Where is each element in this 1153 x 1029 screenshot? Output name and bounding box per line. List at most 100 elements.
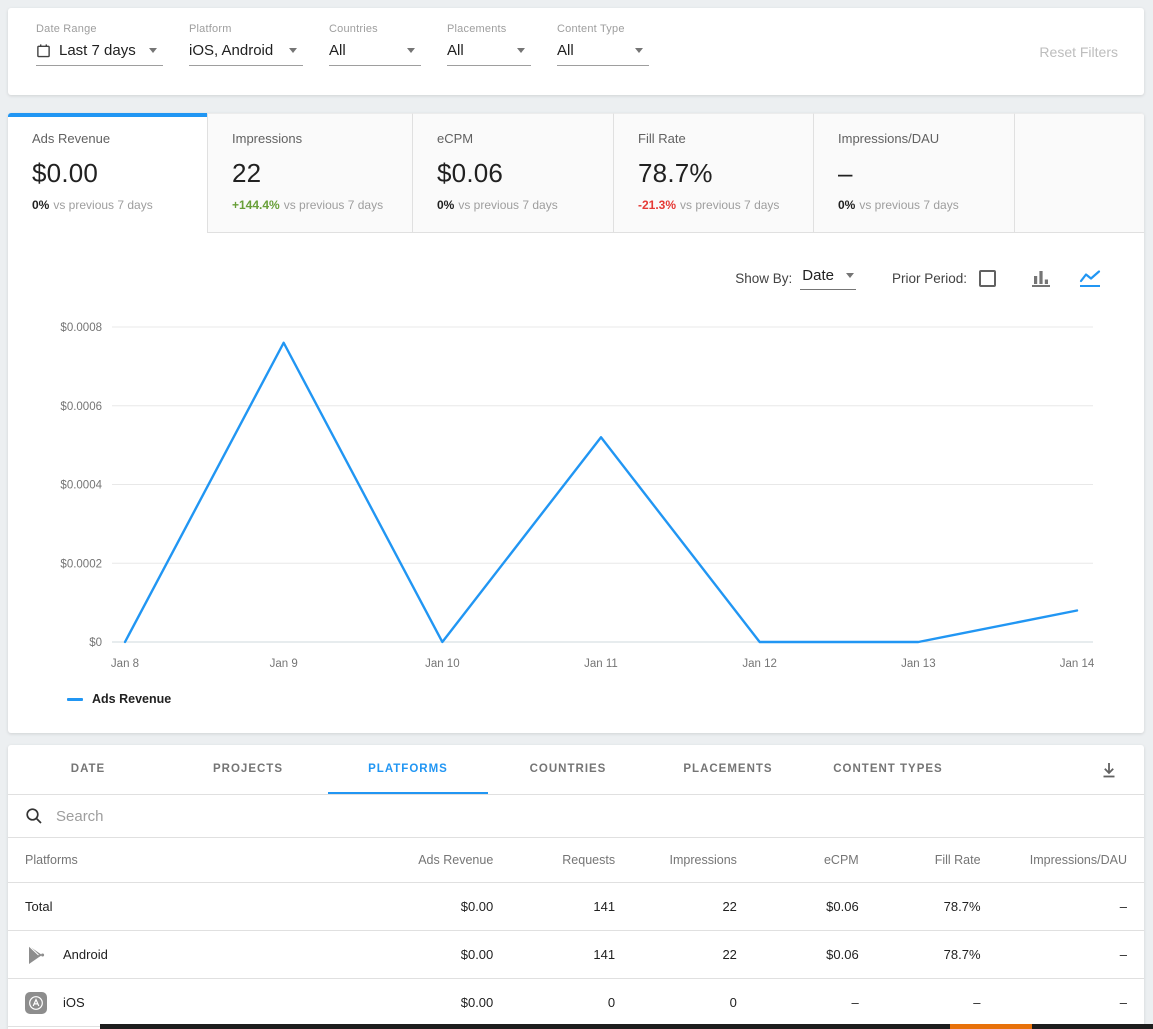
placements-dropdown[interactable]: All (447, 42, 531, 66)
chevron-down-icon (407, 48, 415, 53)
metric-delta: -21.3%vs previous 7 days (638, 198, 789, 212)
date-range-dropdown[interactable]: Last 7 days (36, 42, 163, 66)
chart-section: Show By: Date Prior Period: $0 $0.0002 $0.… (8, 233, 1144, 709)
breakdown-tabs: DATE PROJECTS PLATFORMS COUNTRIES PLACEM… (8, 745, 1144, 794)
metric-label: Fill Rate (638, 131, 789, 146)
metric-label: eCPM (437, 131, 589, 146)
col-platforms: Platforms (8, 838, 373, 883)
row-label: Android (63, 947, 108, 962)
search-input[interactable] (56, 808, 1127, 825)
metric-delta: 0%vs previous 7 days (838, 198, 990, 212)
countries-value: All (329, 42, 346, 59)
tab-placements[interactable]: PLACEMENTS (648, 745, 808, 794)
col-ecpm: eCPM (739, 838, 861, 883)
chart-controls: Show By: Date Prior Period: (8, 261, 1144, 295)
chevron-down-icon (846, 273, 854, 278)
breakdown-table-card: DATE PROJECTS PLATFORMS COUNTRIES PLACEM… (8, 745, 1144, 1029)
chevron-down-icon (635, 48, 643, 53)
metric-delta: 0%vs previous 7 days (32, 198, 183, 212)
metric-tab-ads-revenue[interactable]: Ads Revenue $0.00 0%vs previous 7 days (8, 113, 207, 233)
table-row-android[interactable]: Android $0.00 141 22 $0.06 78.7% – (8, 931, 1144, 979)
filter-label: Content Type (557, 23, 649, 35)
prior-period-checkbox[interactable] (979, 270, 996, 287)
chevron-down-icon (517, 48, 525, 53)
svg-text:$0.0006: $0.0006 (60, 401, 102, 413)
svg-text:$0.0002: $0.0002 (60, 558, 102, 570)
svg-text:$0.0004: $0.0004 (60, 480, 102, 492)
table-row-ios[interactable]: iOS $0.00 0 0 – – – (8, 979, 1144, 1027)
metrics-chart-card: Ads Revenue $0.00 0%vs previous 7 days I… (8, 113, 1144, 733)
col-impressions-dau: Impressions/DAU (983, 838, 1144, 883)
metric-label: Ads Revenue (32, 131, 183, 146)
platform-value: iOS, Android (189, 42, 273, 59)
svg-text:Jan 8: Jan 8 (111, 658, 139, 670)
table-row-total[interactable]: Total $0.00 141 22 $0.06 78.7% – (8, 883, 1144, 931)
svg-text:$0.0008: $0.0008 (60, 322, 102, 334)
content-type-dropdown[interactable]: All (557, 42, 649, 66)
show-by-label: Show By: (735, 271, 792, 286)
search-icon (25, 807, 43, 825)
metric-tab-empty (1014, 113, 1144, 233)
col-ads-revenue: Ads Revenue (373, 838, 495, 883)
legend-label: Ads Revenue (92, 692, 171, 706)
svg-text:Jan 10: Jan 10 (425, 658, 460, 670)
metric-value: – (838, 158, 990, 189)
metric-value: 78.7% (638, 158, 789, 189)
svg-text:Jan 12: Jan 12 (742, 658, 777, 670)
col-impressions: Impressions (617, 838, 739, 883)
chevron-down-icon (149, 48, 157, 53)
chart-legend: Ads Revenue (67, 689, 1144, 709)
show-by-dropdown[interactable]: Date (800, 267, 856, 290)
analytics-dashboard: Date Range Last 7 days Platform iOS, And… (0, 0, 1153, 1029)
metric-tabs: Ads Revenue $0.00 0%vs previous 7 days I… (8, 113, 1144, 233)
row-label: iOS (63, 995, 85, 1010)
revenue-chart: $0 $0.0002 $0.0004 $0.0006 $0.0008 Jan 8 Jan 9… (8, 309, 1144, 681)
content-type-value: All (557, 42, 574, 59)
tab-platforms[interactable]: PLATFORMS (328, 745, 488, 794)
tab-content-types[interactable]: CONTENT TYPES (808, 745, 968, 794)
metric-delta: +144.4%vs previous 7 days (232, 198, 388, 212)
row-label: Total (25, 899, 52, 914)
date-range-value: Last 7 days (59, 42, 136, 59)
countries-dropdown[interactable]: All (329, 42, 421, 66)
tab-date[interactable]: DATE (8, 745, 168, 794)
col-fill-rate: Fill Rate (861, 838, 983, 883)
bar-chart-icon[interactable] (1030, 268, 1052, 288)
metric-tab-fill-rate[interactable]: Fill Rate 78.7% -21.3%vs previous 7 days (613, 113, 813, 233)
tab-countries[interactable]: COUNTRIES (488, 745, 648, 794)
svg-text:Jan 11: Jan 11 (584, 658, 618, 670)
svg-text:Jan 13: Jan 13 (901, 658, 936, 670)
filter-label: Date Range (36, 23, 163, 35)
svg-text:$0: $0 (89, 637, 102, 649)
platforms-table: Platforms Ads Revenue Requests Impressio… (8, 837, 1144, 1027)
svg-text:Jan 14: Jan 14 (1060, 658, 1095, 670)
filter-bar: Date Range Last 7 days Platform iOS, And… (8, 8, 1144, 95)
filter-date-range: Date Range Last 7 days (36, 23, 163, 95)
filter-label: Placements (447, 23, 531, 35)
table-search-row (8, 794, 1144, 837)
download-icon[interactable] (1100, 745, 1144, 794)
line-chart-icon[interactable] (1078, 268, 1102, 288)
reset-filters-button[interactable]: Reset Filters (1039, 44, 1118, 60)
chevron-down-icon (289, 48, 297, 53)
platform-dropdown[interactable]: iOS, Android (189, 42, 303, 66)
metric-delta: 0%vs previous 7 days (437, 198, 589, 212)
metric-value: $0.00 (32, 158, 183, 189)
filter-countries: Countries All (329, 23, 421, 95)
placements-value: All (447, 42, 464, 59)
app-store-icon (25, 992, 47, 1014)
metric-label: Impressions/DAU (838, 131, 990, 146)
metric-value: $0.06 (437, 158, 589, 189)
metric-value: 22 (232, 158, 388, 189)
filter-label: Platform (189, 23, 303, 35)
google-play-icon (25, 944, 47, 966)
metric-tab-impressions-dau[interactable]: Impressions/DAU – 0%vs previous 7 days (813, 113, 1014, 233)
metric-tab-impressions[interactable]: Impressions 22 +144.4%vs previous 7 days (207, 113, 412, 233)
tab-projects[interactable]: PROJECTS (168, 745, 328, 794)
svg-text:Jan 9: Jan 9 (270, 658, 298, 670)
metric-label: Impressions (232, 131, 388, 146)
legend-line-swatch (67, 698, 83, 701)
metric-tab-ecpm[interactable]: eCPM $0.06 0%vs previous 7 days (412, 113, 613, 233)
filter-platform: Platform iOS, Android (189, 23, 303, 95)
prior-period-label: Prior Period: (892, 271, 967, 286)
